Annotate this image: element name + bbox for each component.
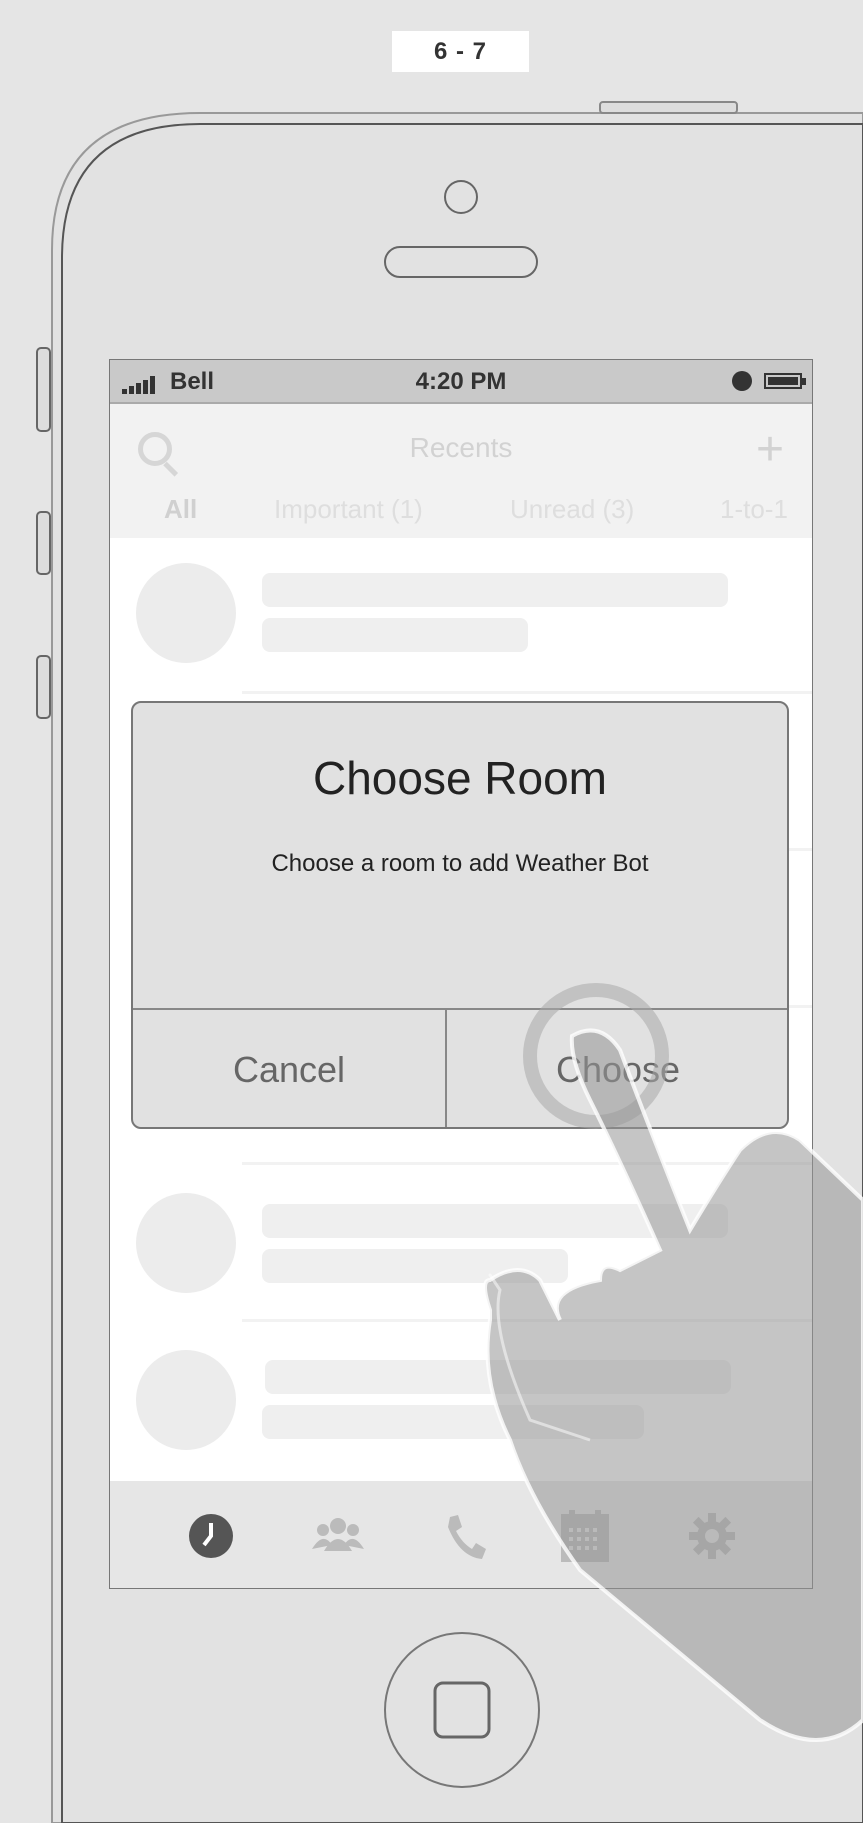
list-item[interactable] xyxy=(110,1323,812,1480)
people-icon[interactable] xyxy=(312,1515,364,1555)
dialog-message: Choose a room to add Weather Bot xyxy=(271,850,649,877)
choose-button[interactable]: Choose xyxy=(447,1010,787,1127)
divider xyxy=(242,1162,812,1165)
status-bar: Bell 4:20 PM xyxy=(110,360,812,404)
gear-icon[interactable] xyxy=(688,1512,736,1560)
volume-down-button xyxy=(36,655,51,719)
power-button xyxy=(599,101,738,114)
placeholder-line xyxy=(265,1360,731,1394)
tab-important[interactable]: Important (1) xyxy=(274,494,423,525)
placeholder-line xyxy=(262,1249,568,1283)
clock-icon[interactable] xyxy=(188,1513,234,1559)
placeholder-line xyxy=(262,618,528,652)
page-label: 6 - 7 xyxy=(392,31,529,72)
calendar-icon[interactable] xyxy=(561,1510,609,1562)
bottom-tab-bar xyxy=(110,1481,812,1588)
tab-all[interactable]: All xyxy=(164,494,197,525)
avatar xyxy=(136,563,236,663)
alarm-icon xyxy=(732,371,752,391)
placeholder-line xyxy=(262,1204,728,1238)
divider xyxy=(242,691,812,694)
tab-one-to-one[interactable]: 1-to-1 xyxy=(720,494,788,525)
cancel-button[interactable]: Cancel xyxy=(133,1010,445,1127)
phone-icon[interactable] xyxy=(444,1513,486,1561)
avatar xyxy=(136,1350,236,1450)
list-item[interactable] xyxy=(110,1166,812,1323)
battery-icon xyxy=(764,373,802,389)
volume-up-button xyxy=(36,511,51,575)
choose-room-dialog: Choose Room Choose a room to add Weather… xyxy=(131,701,789,1129)
tab-unread[interactable]: Unread (3) xyxy=(510,494,634,525)
battery-tip xyxy=(802,378,806,385)
recents-header: Recents + All Important (1) Unread (3) 1… xyxy=(110,404,812,538)
plus-icon[interactable]: + xyxy=(756,426,784,474)
dialog-title: Choose Room xyxy=(312,752,608,804)
divider xyxy=(242,1319,812,1322)
placeholder-line xyxy=(262,1405,644,1439)
avatar xyxy=(136,1193,236,1293)
status-time: 4:20 PM xyxy=(415,368,507,395)
page-title: Recents xyxy=(409,432,513,463)
list-item[interactable] xyxy=(110,538,812,695)
placeholder-line xyxy=(262,573,728,607)
mute-switch xyxy=(36,347,51,432)
